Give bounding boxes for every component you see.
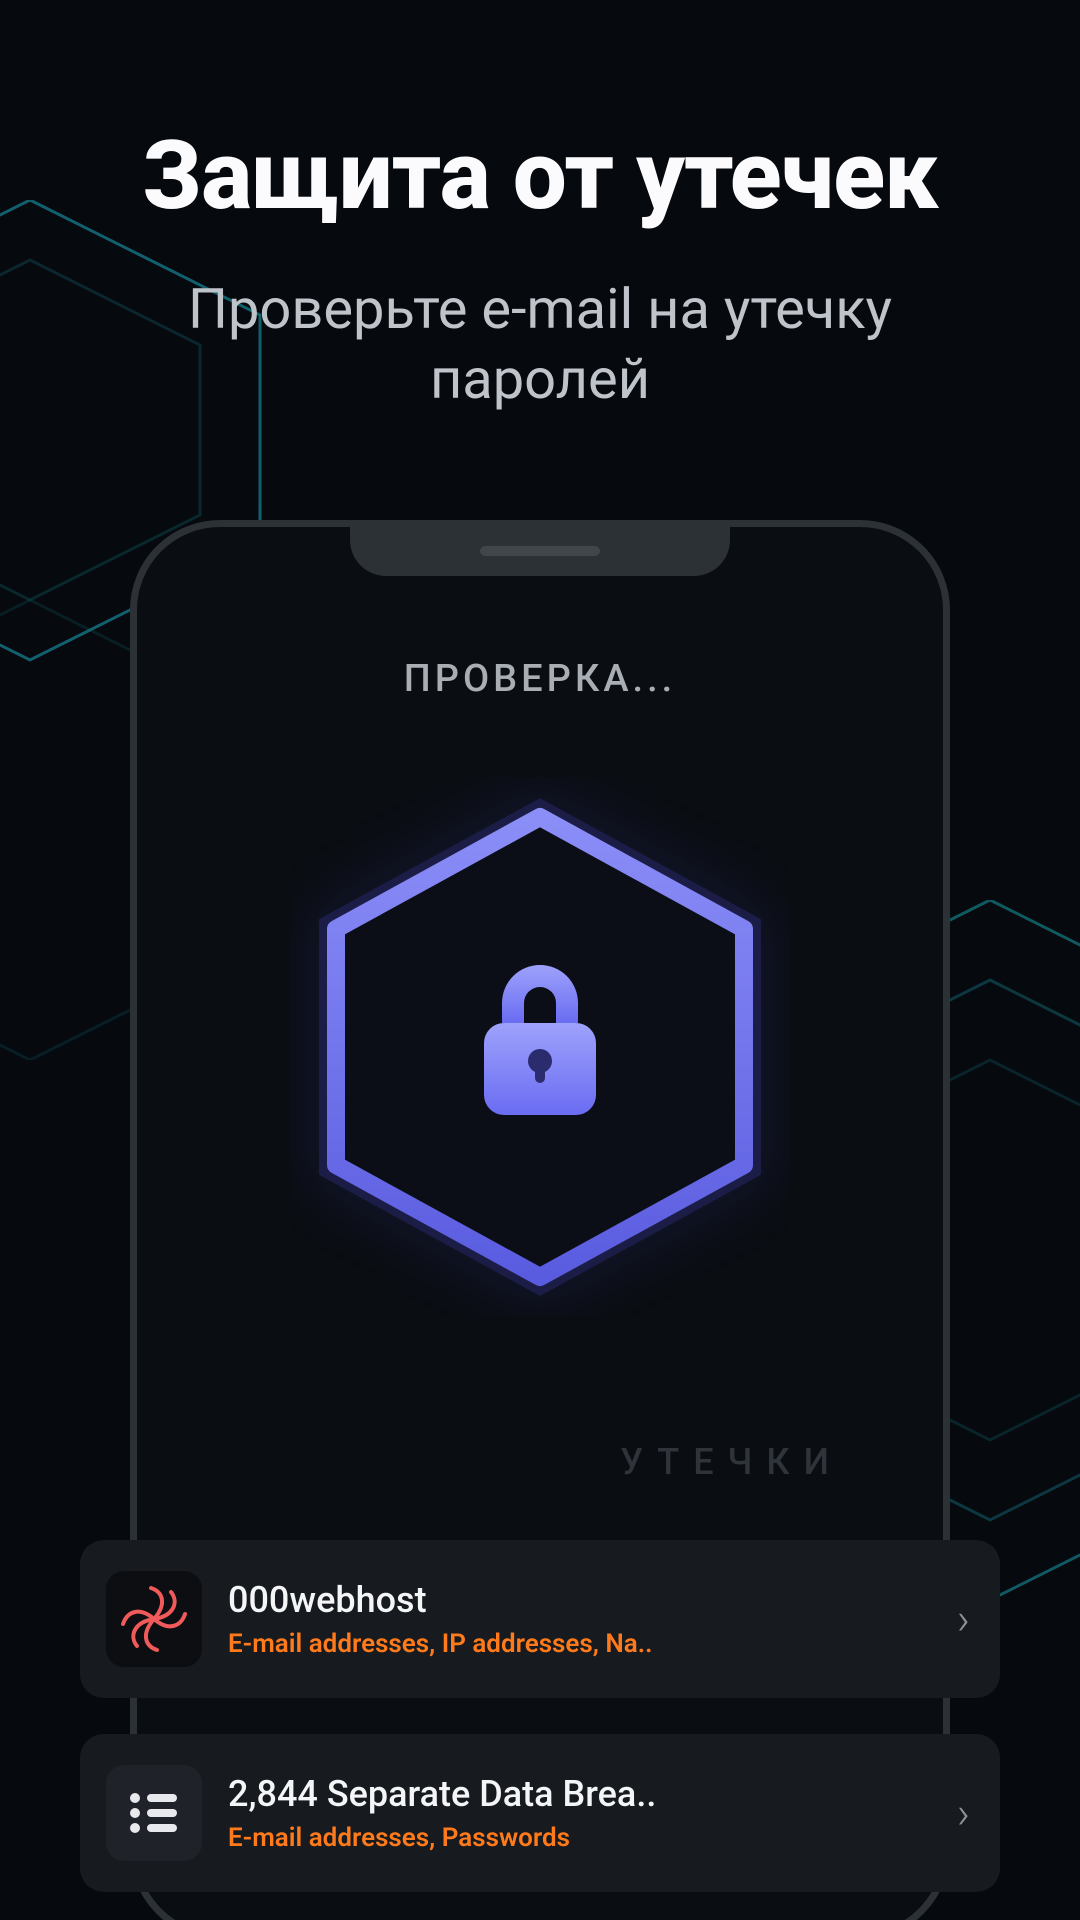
leak-card-subtitle: E-mail addresses, Passwords [228, 1823, 957, 1853]
phone-notch [350, 520, 730, 576]
leak-card[interactable]: 2,844 Separate Data Brea.. E-mail addres… [80, 1734, 1000, 1892]
leak-card[interactable]: 000webhost E-mail addresses, IP addresse… [80, 1540, 1000, 1698]
leak-card-subtitle: E-mail addresses, IP addresses, Na.. [228, 1629, 957, 1659]
leak-card-title: 000webhost [228, 1579, 957, 1621]
leak-card-title: 2,844 Separate Data Brea.. [228, 1773, 957, 1815]
swirl-icon [106, 1571, 202, 1667]
subline: Проверьте e-mail на утечку паролей [80, 274, 1000, 414]
section-label-leaks: УТЕЧКИ [620, 1441, 843, 1483]
list-icon [106, 1765, 202, 1861]
status-label: ПРОВЕРКА... [137, 657, 943, 701]
headline: Защита от утечек [0, 120, 1080, 232]
chevron-right-icon: › [957, 1787, 970, 1839]
security-hexagon [290, 777, 790, 1317]
chevron-right-icon: › [957, 1593, 970, 1645]
leak-cards: 000webhost E-mail addresses, IP addresse… [80, 1540, 1000, 1892]
